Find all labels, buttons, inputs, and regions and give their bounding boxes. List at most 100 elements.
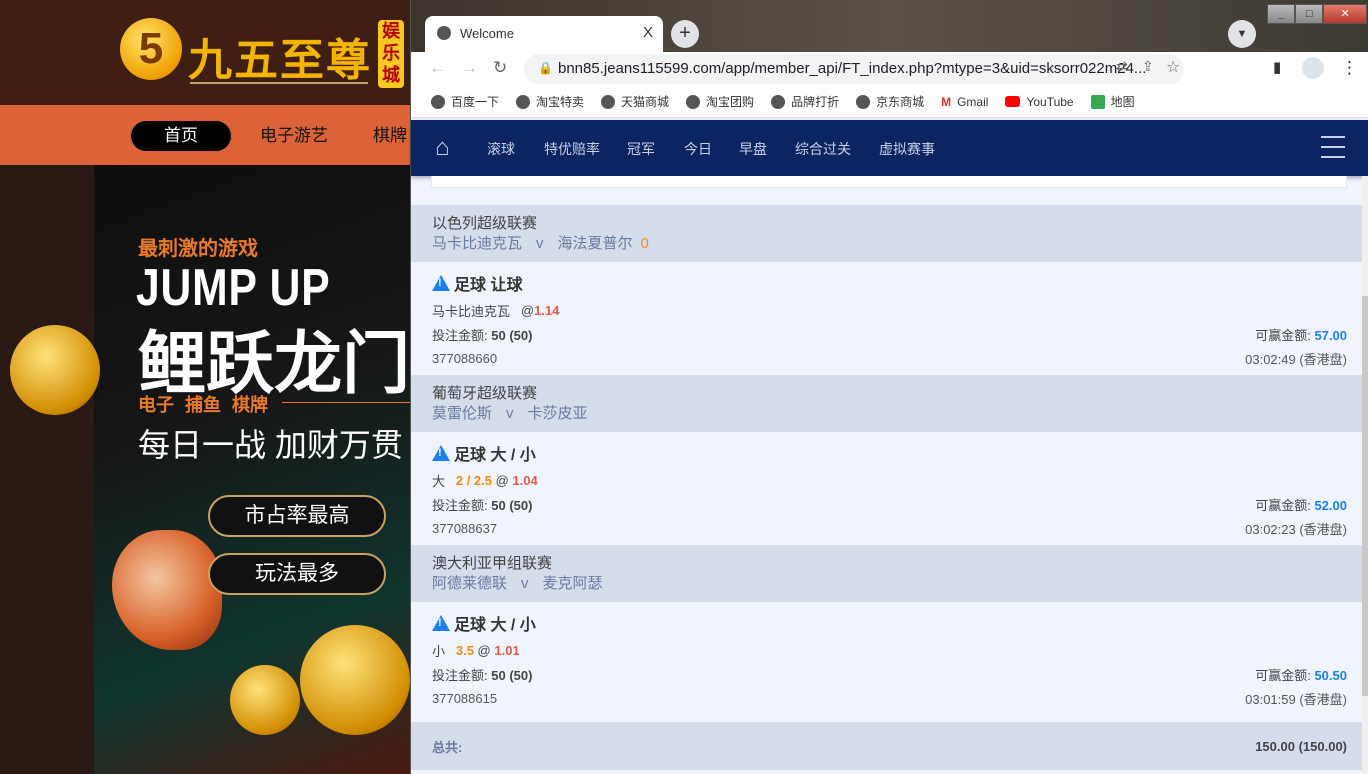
bet-time: 03:01:59 (香港盘) [1245, 691, 1347, 707]
scrollbar[interactable] [1362, 176, 1368, 774]
stake: 50 (50) [491, 667, 533, 683]
league-header: 以色列超级联赛 马卡比迪克瓦 v 海法夏普尔 0 [411, 205, 1363, 262]
bookmark[interactable]: 淘宝团购 [686, 93, 754, 110]
bookmark[interactable]: 天猫商城 [601, 93, 669, 110]
bookmarks-bar: 百度一下 淘宝特卖 天猫商城 淘宝团购 品牌打折 京东商城 M Gmail You… [411, 86, 1368, 118]
globe-icon [431, 94, 445, 109]
nav-early[interactable]: 早盘 [739, 139, 767, 159]
bet-item: 澳大利亚甲组联赛 阿德莱德联v麦克阿瑟 足球 大 / 小 小 3.5 @ 1.0… [411, 545, 1363, 722]
league-name: 葡萄牙超级联赛 [432, 385, 538, 402]
logo-ornament [190, 82, 368, 84]
bookmark-youtube[interactable]: YouTube [1005, 95, 1074, 109]
bet-type: 足球 让球 [454, 277, 523, 294]
away-team: 麦克阿瑟 [542, 575, 603, 592]
reload-icon[interactable]: ↻ [493, 58, 507, 78]
line: 2 / 2.5 [455, 472, 492, 488]
ticket-id: 377088660 [432, 350, 498, 366]
address-bar[interactable]: 🔒 bnn85.jeans115599.com/app/member_api/F… [524, 54, 1184, 84]
tab-welcome[interactable]: Welcome X [425, 16, 663, 52]
total-row: 总共: 150.00 (150.00) [411, 722, 1363, 770]
bet-list: 以色列超级联赛 马卡比迪克瓦v海法夏普尔0 足球 让球 马卡比迪克瓦 @ 1.1… [411, 205, 1363, 770]
globe-icon [771, 94, 786, 109]
bet-card: 足球 大 / 小 小 3.5 @ 1.01 投注金额: 50 (50)可赢金额:… [411, 602, 1363, 722]
forward-icon[interactable]: → [461, 58, 478, 78]
line: 3.5 [455, 642, 474, 658]
banner-tagline: 最刺激的游戏 [138, 238, 258, 260]
maps-icon [1090, 94, 1105, 109]
banner-button-2[interactable]: 玩法最多 [208, 553, 386, 595]
banner-button-1[interactable]: 市占率最高 [208, 495, 386, 537]
bookmark[interactable]: 百度一下 [431, 93, 499, 110]
odds: 1.04 [512, 472, 538, 488]
bet-time: 03:02:23 (香港盘) [1245, 521, 1347, 537]
lock-icon: 🔒 [538, 61, 553, 75]
nav-special-odds[interactable]: 特优赔率 [544, 139, 600, 159]
url-text[interactable]: bnn85.jeans115599.com/app/member_api/FT_… [558, 60, 1146, 77]
globe-icon [516, 94, 531, 109]
nav-today[interactable]: 今日 [684, 139, 712, 159]
warning-icon [432, 615, 450, 631]
logo-text: 九五至尊 [188, 35, 372, 86]
away-team: 海法夏普尔 [557, 235, 633, 252]
maximize-button[interactable]: □ [1295, 4, 1324, 24]
logo-mark: 5 [120, 18, 182, 80]
bet-type: 足球 大 / 小 [454, 617, 536, 634]
bet-time: 03:02:49 (香港盘) [1245, 351, 1347, 367]
profile-avatar-icon[interactable] [1302, 57, 1324, 79]
site-nav: 首页 电子游艺 棋牌 [0, 105, 410, 165]
youtube-icon [1005, 96, 1021, 107]
nav-virtual[interactable]: 虚拟赛事 [879, 139, 935, 159]
odds: 1.14 [534, 302, 560, 318]
pick: 小 [432, 643, 446, 659]
potential-win: 52.00 [1314, 497, 1347, 513]
back-icon[interactable]: ← [429, 58, 446, 78]
league-name: 以色列超级联赛 [432, 215, 538, 232]
sportsbook-nav: ⌂ 滚球 特优赔率 冠军 今日 早盘 综合过关 虚拟赛事 [411, 120, 1368, 176]
nav-parlay[interactable]: 综合过关 [795, 139, 851, 159]
globe-icon [601, 94, 616, 109]
odds: 1.01 [494, 642, 520, 658]
close-icon[interactable]: X [643, 24, 653, 41]
globe-icon [437, 26, 451, 40]
home-team: 莫雷伦斯 [432, 405, 493, 422]
more-menu-icon[interactable]: ⋮ [1341, 58, 1358, 78]
site-nav-home[interactable]: 首页 [131, 121, 231, 151]
away-team: 卡莎皮亚 [527, 405, 588, 422]
bookmark-gmail[interactable]: M Gmail [941, 95, 988, 109]
banner-slogan: 每日一战 加财万贯 [138, 427, 403, 463]
translate-icon[interactable]: ⇄ [1116, 58, 1128, 75]
browser-toolbar: ← → ↻ 🔒 bnn85.jeans115599.com/app/member… [411, 52, 1368, 86]
score: 0 [640, 235, 649, 252]
scrollbar-thumb[interactable] [1362, 296, 1368, 696]
site-nav-cards[interactable]: 棋牌 [373, 121, 407, 146]
bet-item: 以色列超级联赛 马卡比迪克瓦v海法夏普尔0 足球 让球 马卡比迪克瓦 @ 1.1… [411, 205, 1363, 375]
site-header: 5 九五至尊 娱乐城 [0, 0, 410, 105]
window-controls: _ □ ✕ [1267, 4, 1367, 24]
site-nav-slots[interactable]: 电子游艺 [260, 121, 328, 146]
home-icon[interactable]: ⌂ [435, 134, 459, 161]
star-icon[interactable]: ☆ [1166, 57, 1180, 77]
tab-search-chevron-icon[interactable]: ▼ [1228, 20, 1256, 48]
stake: 50 (50) [491, 497, 533, 513]
globe-icon [856, 94, 871, 109]
gmail-icon: M [941, 94, 952, 109]
potential-win: 57.00 [1314, 327, 1347, 343]
share-icon[interactable]: ⇪ [1142, 58, 1154, 75]
bookmark[interactable]: 品牌打折 [771, 93, 839, 110]
hamburger-menu-icon[interactable] [1321, 136, 1345, 158]
nav-live[interactable]: 滚球 [487, 139, 515, 159]
minimize-button[interactable]: _ [1267, 4, 1296, 24]
total-value: 150.00 (150.00) [1255, 738, 1347, 754]
bookmark[interactable]: 淘宝特卖 [516, 93, 584, 110]
browser-window: Welcome X + ▼ _ □ ✕ ← → ↻ 🔒 bnn85.jeans1… [410, 0, 1368, 774]
bookmark-maps[interactable]: 地图 [1090, 93, 1135, 110]
warning-icon [432, 275, 450, 291]
close-window-button[interactable]: ✕ [1323, 4, 1367, 24]
stake: 50 (50) [491, 327, 533, 343]
logo-badge: 娱乐城 [378, 20, 404, 88]
bookmark[interactable]: 京东商城 [856, 93, 924, 110]
new-tab-button[interactable]: + [671, 20, 699, 48]
nav-champion[interactable]: 冠军 [627, 139, 655, 159]
ticket-id: 377088637 [432, 520, 498, 536]
side-panel-icon[interactable]: ▮ [1273, 58, 1281, 76]
